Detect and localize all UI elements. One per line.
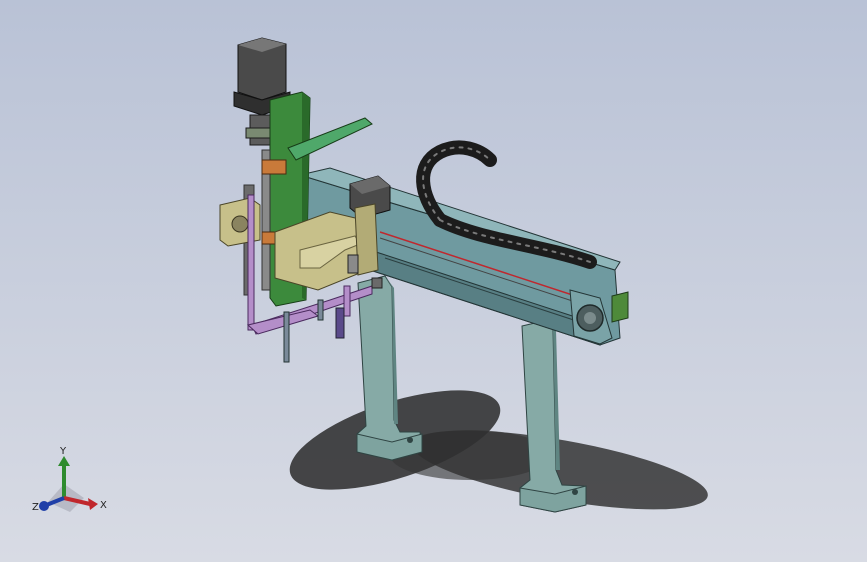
y-axis-arrowhead (58, 456, 70, 466)
cad-viewport[interactable]: Y X Z (0, 0, 867, 562)
support-pillar-left[interactable] (356, 275, 423, 461)
x-axis-arrowhead (88, 498, 98, 510)
x-axis-label: X (100, 500, 107, 511)
z-axis-head (39, 501, 49, 511)
ground-shadow (289, 390, 708, 510)
coordinate-triad: Y X Z (32, 446, 107, 513)
assembly-model[interactable] (0, 0, 867, 562)
z-axis-label: Z (32, 502, 39, 513)
y-axis-label: Y (59, 446, 67, 457)
